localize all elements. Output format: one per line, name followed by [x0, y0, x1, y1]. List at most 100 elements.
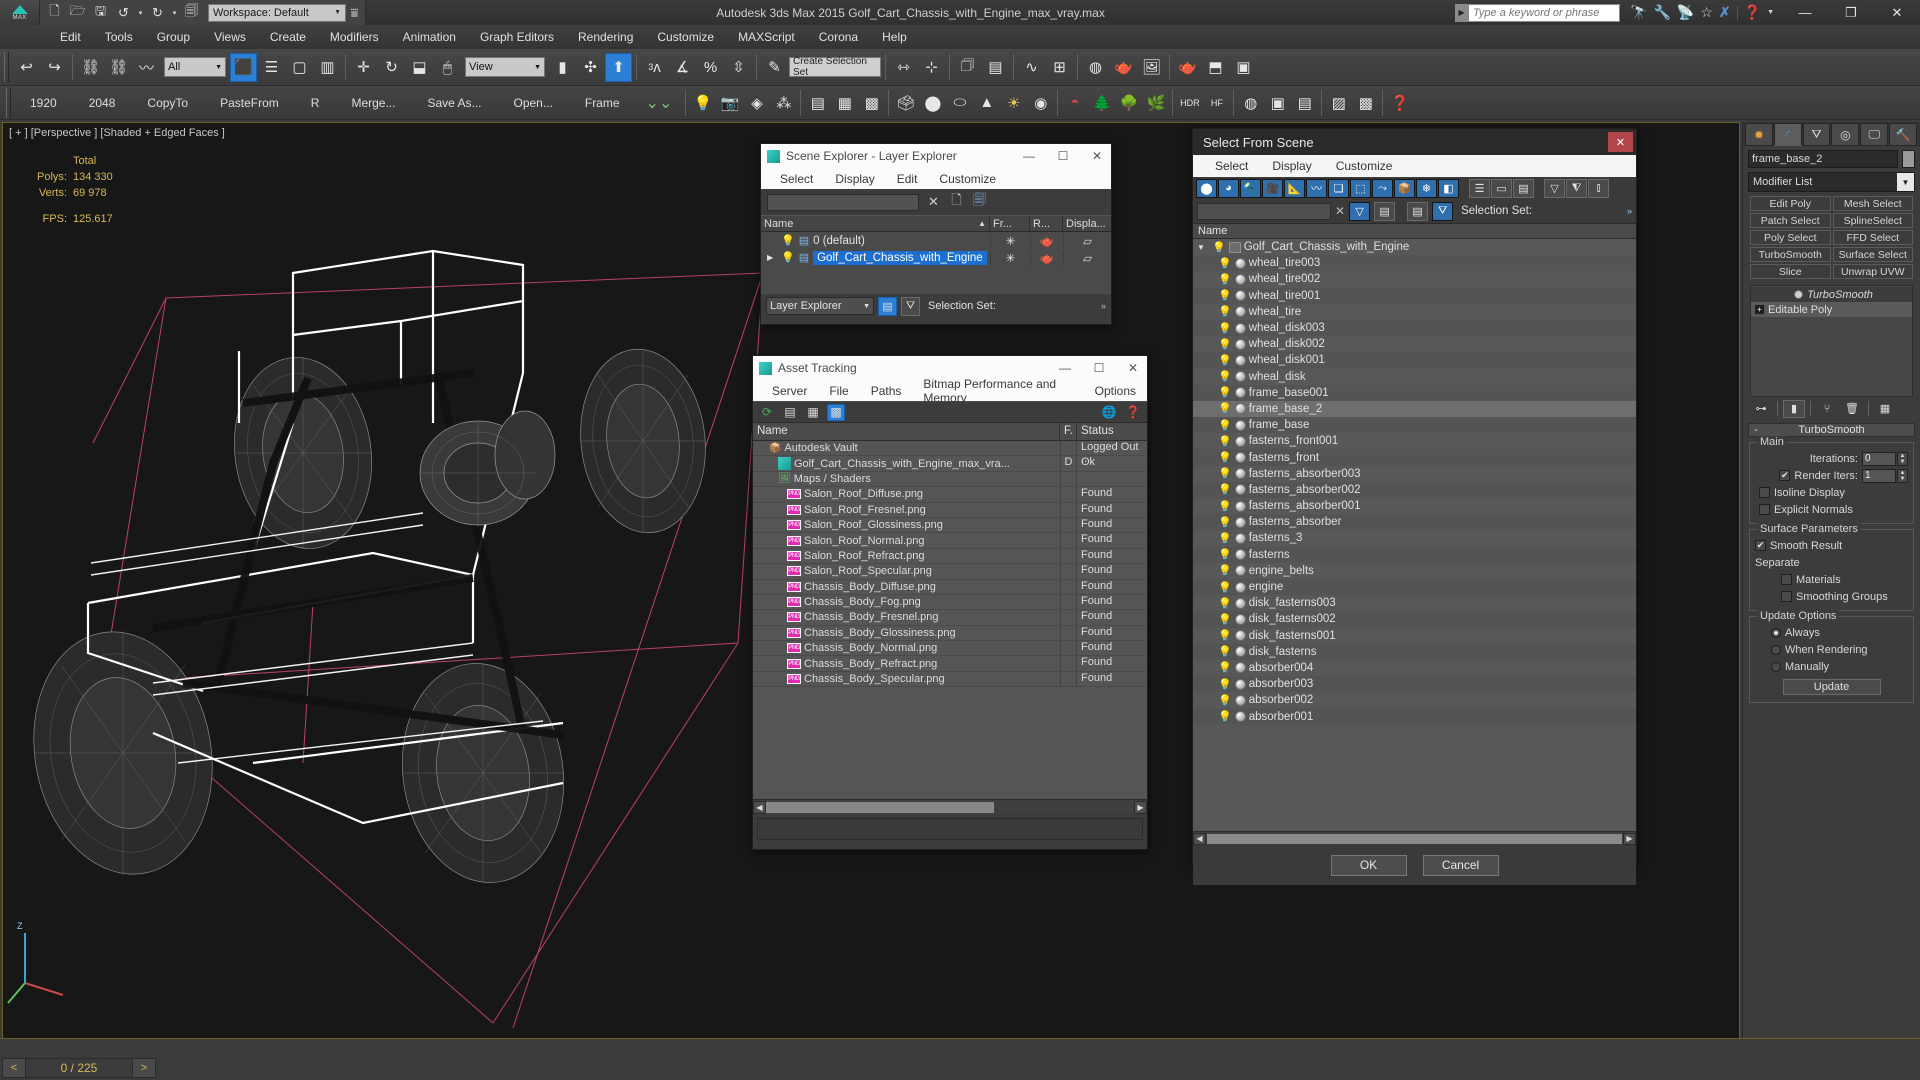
light-bulb-icon[interactable]: 💡: [1218, 629, 1232, 642]
scrollbar-thumb[interactable]: [766, 801, 994, 813]
collapse-arrow-icon[interactable]: ▼: [1197, 243, 1209, 252]
new-file-icon[interactable]: 🗋: [44, 2, 65, 23]
menu-item-maxscript[interactable]: MAXScript: [726, 27, 807, 47]
table-row[interactable]: PNG Chassis_Body_Glossiness.png Found: [753, 625, 1147, 642]
table-row[interactable]: PNG Chassis_Body_Fresnel.png Found: [753, 610, 1147, 626]
toolbar2-item-r[interactable]: R: [295, 96, 336, 110]
column-frozen[interactable]: Fr...: [990, 216, 1030, 231]
minimize-button[interactable]: —: [1782, 0, 1828, 25]
select-object-button[interactable]: ⬛: [230, 52, 257, 82]
save-file-icon[interactable]: 🖫: [90, 2, 111, 23]
undo-icon[interactable]: ↺: [113, 2, 134, 23]
web-help-icon[interactable]: 🌐: [1100, 404, 1118, 421]
menu-item-select[interactable]: Select: [769, 170, 824, 188]
align-button[interactable]: ⊹: [918, 53, 945, 82]
select-and-place-button[interactable]: 🖱: [434, 53, 461, 82]
redo-icon[interactable]: ↻: [147, 2, 168, 23]
open-file-icon[interactable]: 🗁: [67, 2, 88, 23]
render-region-icon[interactable]: ▣: [1264, 88, 1291, 117]
table-row[interactable]: PNG Salon_Roof_Refract.png Found: [753, 548, 1147, 565]
app-logo-button[interactable]: MAX: [0, 0, 40, 25]
list-item[interactable]: 💡 frame_base: [1193, 417, 1636, 434]
scene-explorer-list[interactable]: 💡 ▤ 0 (default) ✳ 🫖 ▱ ▶ 💡 ▤ Golf_Cart_Ch…: [761, 232, 1111, 294]
proxy-icon[interactable]: ▩: [1352, 88, 1379, 117]
list-item[interactable]: 💡 fasterns_absorber003: [1193, 466, 1636, 482]
previous-frame-button[interactable]: <: [2, 1058, 26, 1078]
grass-icon[interactable]: 🌿: [1142, 88, 1169, 117]
vray-light-icon[interactable]: 💡: [689, 88, 716, 117]
frozen-cell[interactable]: ✳: [990, 233, 1030, 248]
tab-utilities[interactable]: 🔨: [1889, 123, 1917, 146]
display-xrefs-icon[interactable]: ⬚: [1350, 178, 1371, 198]
window-crossing-toggle[interactable]: ▥: [314, 53, 341, 82]
display-lights-icon[interactable]: 🔦: [1240, 178, 1261, 198]
vegetation-icon[interactable]: 🌲: [1088, 88, 1115, 117]
select-from-scene-dialog[interactable]: Select From Scene ✕ Select Display Customi…: [1192, 128, 1637, 885]
light-bulb-icon[interactable]: 💡: [1218, 597, 1232, 610]
hdr-icon[interactable]: HDR: [1176, 88, 1203, 117]
redo-button[interactable]: ↪: [41, 53, 68, 82]
sort-icon[interactable]: ⫾: [1588, 178, 1609, 198]
make-unique-icon[interactable]: ⑂: [1816, 400, 1838, 418]
list-item[interactable]: 💡 absorber003: [1193, 676, 1636, 693]
target-light-icon[interactable]: ◉: [1027, 88, 1054, 117]
toolbar2-item-2048[interactable]: 2048: [73, 96, 132, 110]
binoculars-icon[interactable]: 🔭: [1630, 4, 1647, 21]
update-button[interactable]: Update: [1782, 679, 1881, 695]
light-bulb-icon[interactable]: 💡: [1218, 564, 1232, 577]
display-cameras-icon[interactable]: 🎥: [1262, 178, 1283, 198]
select-and-move-button[interactable]: ✛: [350, 53, 377, 82]
display-hidden-icon[interactable]: ◧: [1438, 178, 1459, 198]
scroll-right-icon[interactable]: ▶: [1134, 800, 1147, 814]
layer-explorer-button[interactable]: 🗇: [954, 53, 981, 82]
list-item[interactable]: 💡 disk_fasterns002: [1193, 611, 1636, 628]
ok-button[interactable]: OK: [1330, 854, 1407, 876]
display-space-warps-icon[interactable]: 〰: [1306, 178, 1327, 198]
menu-item-edit[interactable]: Edit: [48, 27, 93, 47]
help-tool-icon[interactable]: ❓: [1386, 88, 1413, 117]
menu-item-views[interactable]: Views: [202, 27, 258, 47]
undo-button[interactable]: ↩: [13, 53, 40, 82]
list-item[interactable]: 💡 fasterns_absorber: [1193, 514, 1636, 531]
menu-item-customize[interactable]: Customize: [928, 170, 1007, 188]
menu-item-modifiers[interactable]: Modifiers: [318, 27, 391, 47]
toolbar2-item-open-[interactable]: Open...: [498, 96, 569, 110]
modifier-stack[interactable]: TurboSmooth + Editable Poly: [1750, 285, 1913, 397]
list-item[interactable]: 💡 absorber004: [1193, 660, 1636, 676]
tree-root-item[interactable]: ▼ 💡 Golf_Cart_Chassis_with_Engine: [1193, 239, 1636, 255]
light-bulb-icon[interactable]: 💡: [1218, 645, 1232, 658]
maximize-button[interactable]: ❐: [1828, 0, 1874, 25]
list-item[interactable]: 💡 wheal_tire: [1193, 304, 1636, 320]
turbosmooth-rollout-header[interactable]: - TurboSmooth: [1748, 423, 1915, 437]
help-dropdown-icon[interactable]: ▼: [1767, 9, 1774, 16]
modifier-stack-editable-poly[interactable]: + Editable Poly: [1751, 302, 1912, 317]
menu-item-help[interactable]: Help: [870, 27, 919, 47]
explicit-normals-checkbox[interactable]: [1759, 504, 1770, 515]
light-bulb-icon[interactable]: 💡: [1218, 694, 1232, 707]
render-iters-checkbox[interactable]: ✔: [1779, 470, 1791, 481]
list-item[interactable]: 💡 fasterns_3: [1193, 530, 1636, 546]
object-name-input[interactable]: [1748, 150, 1898, 168]
light-bulb-icon[interactable]: 💡: [1218, 451, 1232, 464]
light-bulb-icon[interactable]: 💡: [1218, 354, 1232, 367]
search-input[interactable]: [1468, 3, 1621, 22]
redo-dropdown-icon[interactable]: ▾: [170, 2, 179, 23]
render-iterative-button[interactable]: ⬒: [1202, 53, 1229, 82]
list-item[interactable]: 💡 disk_fasterns001: [1193, 628, 1636, 644]
snaps-toggle-button[interactable]: 3ᴧ: [641, 53, 668, 82]
rendered-frame-window-button[interactable]: 🖼: [1138, 53, 1165, 82]
cancel-button[interactable]: Cancel: [1422, 854, 1499, 876]
hf-icon[interactable]: HF: [1203, 88, 1230, 117]
light-bulb-icon[interactable]: 💡: [1218, 661, 1232, 674]
scroll-right-icon[interactable]: ▶: [1623, 832, 1636, 845]
light-bulb-icon[interactable]: 💡: [1218, 435, 1232, 448]
grid-view-icon[interactable]: ▩: [827, 403, 845, 421]
advanced-filter-icon[interactable]: ⧨: [1566, 178, 1587, 198]
layer-view-icon[interactable]: ▤: [1407, 201, 1429, 221]
reference-coordinate-system-combo[interactable]: View ▼: [465, 57, 545, 77]
smooth-result-checkbox[interactable]: ✔: [1755, 540, 1766, 551]
menu-item-customize[interactable]: Customize: [1324, 157, 1405, 175]
light-bulb-icon[interactable]: 💡: [1218, 370, 1232, 383]
column-display[interactable]: Displa...: [1063, 216, 1111, 231]
display-cell[interactable]: ▱: [1063, 233, 1111, 248]
